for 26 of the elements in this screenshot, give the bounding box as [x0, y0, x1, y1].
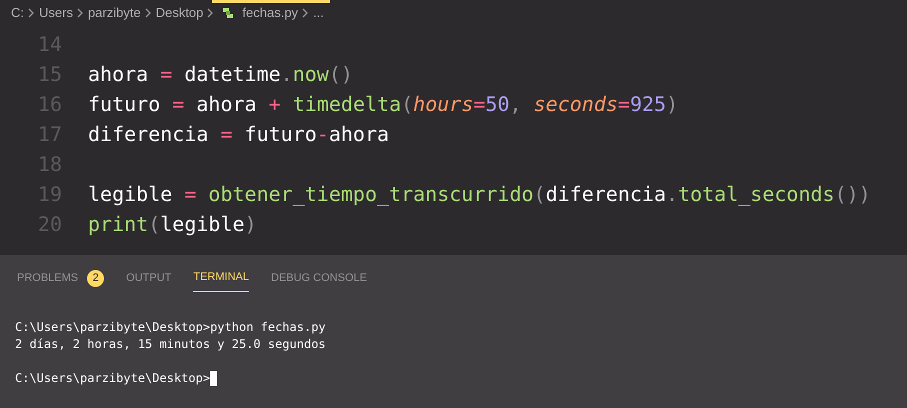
code-line: ahora = datetime.now() [88, 61, 353, 88]
panel-tab[interactable]: TERMINAL [193, 264, 249, 292]
count-badge: 2 [87, 270, 104, 286]
chevron-icon [207, 8, 214, 18]
panel-tab[interactable]: OUTPUT [126, 264, 172, 292]
breadcrumb-item[interactable]: fechas.py [242, 3, 298, 23]
terminal-line: C:\Users\parzibyte\Desktop>python fechas.py [15, 319, 327, 336]
chevron-icon [144, 8, 152, 18]
breadcrumb-item[interactable]: Desktop [156, 3, 204, 23]
code-line: legible = obtener_tiempo_transcurrido(diferencia.total_seconds()) [88, 181, 871, 208]
chevron-icon [28, 8, 35, 18]
breadcrumb-item[interactable]: parzibyte [88, 3, 141, 23]
chevron-icon [302, 8, 310, 18]
code-line: futuro = ahora + timedelta(hours=50, seconds=925) [88, 91, 678, 118]
panel-tab[interactable]: DEBUG CONSOLE [271, 264, 367, 292]
python-file-icon [221, 6, 236, 20]
code-line: diferencia = futuro-ahora [88, 121, 390, 148]
terminal-prompt: C:\Users\parzibyte\Desktop> [15, 370, 210, 387]
breadcrumb-item[interactable]: Users [39, 3, 73, 23]
breadcrumb-item[interactable]: ... [313, 3, 324, 23]
chevron-icon [76, 8, 84, 18]
panel-tab[interactable]: PROBLEMS 2 [17, 264, 104, 292]
text-cursor [210, 371, 218, 386]
code-line: print(legible) [88, 211, 257, 238]
terminal-line: 2 días, 2 horas, 15 minutos y 25.0 segundos [15, 336, 327, 353]
breadcrumb-item[interactable]: C: [11, 3, 24, 23]
